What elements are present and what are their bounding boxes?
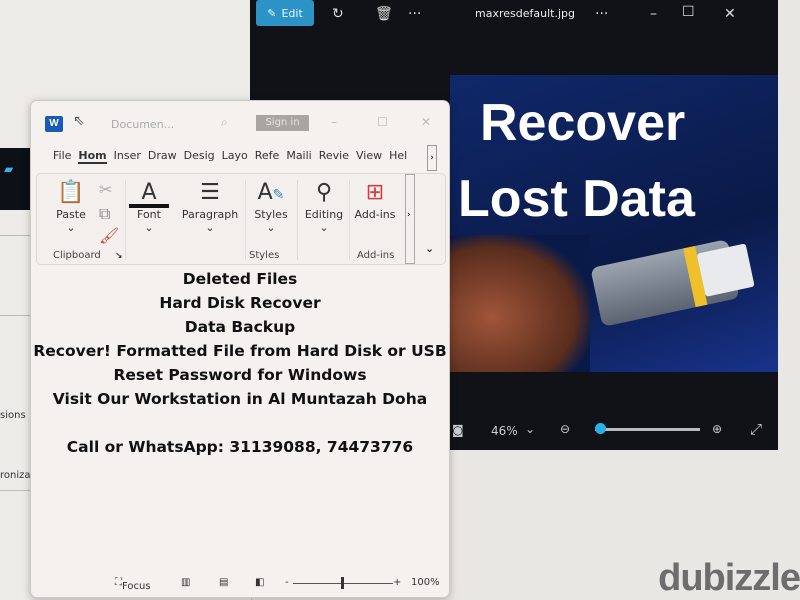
search-icon[interactable]: ⌕ — [221, 115, 228, 130]
zoom-out-button[interactable]: - — [285, 577, 289, 588]
document-line: Data Backup — [184, 318, 296, 336]
usb-drive-graphic — [590, 239, 755, 327]
tabs-scroll-right-button[interactable]: › — [427, 145, 437, 171]
search-icon: ⚲ — [315, 180, 333, 205]
close-icon[interactable]: ✕ — [724, 6, 736, 22]
ribbon-scrollbar[interactable] — [405, 174, 415, 264]
divider — [125, 180, 126, 260]
font-button[interactable]: A Font ⌄ — [129, 178, 169, 234]
tab-insert[interactable]: Inser — [114, 149, 141, 164]
tab-mailings[interactable]: Maili — [286, 149, 311, 164]
ribbon: 📋 Paste ⌄ ✂ ⧉ 🖌 Clipboard ↘ A Font ⌄ ☰ Paragr… — [36, 173, 446, 265]
editing-button[interactable]: ⚲ Editing ⌄ — [301, 178, 347, 234]
image-headline: Lost Data — [458, 170, 695, 228]
zoom-out-icon[interactable]: ⊖ — [560, 422, 570, 436]
fullscreen-icon[interactable]: ⤢ — [750, 420, 762, 438]
tab-help[interactable]: Hel — [389, 149, 407, 164]
file-name: maxresdefault.jpg — [475, 7, 575, 20]
zoom-level[interactable]: 100% — [411, 577, 440, 588]
edit-image-icon: ✎ — [267, 6, 277, 20]
zoom-in-button[interactable]: + — [393, 577, 401, 588]
styles-button[interactable]: A✎ Styles ⌄ — [251, 178, 291, 234]
displayed-image: Recover Lost Data — [450, 75, 778, 372]
close-icon[interactable]: ✕ — [421, 115, 431, 129]
divider — [349, 180, 350, 260]
image-headline: Recover — [480, 94, 686, 152]
rotate-icon[interactable]: ↻ — [332, 6, 344, 22]
document-title: Documen... — [111, 118, 175, 131]
document-body[interactable]: Deleted Files Hard Disk Recover Data Bac… — [31, 267, 449, 459]
web-layout-icon[interactable]: ◧ — [255, 577, 264, 588]
word-titlebar: W ⇖ Documen... ⌕ Sign in – ☐ ✕ — [31, 101, 449, 141]
font-color-icon: A — [129, 178, 169, 208]
more-icon[interactable]: ··· — [595, 6, 608, 22]
cursor-icon: ⇖ — [73, 113, 85, 129]
divider — [245, 180, 246, 260]
zoom-slider-handle[interactable] — [341, 577, 344, 589]
dialog-launcher-icon[interactable]: ↘ — [115, 251, 123, 261]
document-line: Recover! Formatted File from Hard Disk o… — [33, 342, 447, 360]
styles-icon: A✎ — [257, 180, 285, 205]
person-figure — [450, 235, 590, 372]
zoom-level[interactable]: 46% — [491, 424, 518, 438]
zoom-slider[interactable] — [595, 428, 700, 431]
tab-draw[interactable]: Draw — [148, 149, 177, 164]
edit-button[interactable]: ✎ Edit — [256, 0, 314, 26]
clipboard-icon: 📋 — [57, 180, 85, 205]
cut-icon[interactable]: ✂ — [99, 180, 112, 199]
photos-titlebar: ✎ Edit ↻ 🗑 ··· maxresdefault.jpg ··· – ☐ … — [250, 0, 778, 30]
copy-icon[interactable]: ⧉ — [99, 204, 110, 224]
add-ins-icon: ⊞ — [365, 180, 385, 205]
ribbon-tabs: File Hom Inser Draw Desig Layo Refe Mail… — [53, 149, 414, 164]
paragraph-icon: ☰ — [200, 180, 220, 205]
tab-design[interactable]: Desig — [184, 149, 215, 164]
maximize-icon[interactable]: ☐ — [682, 4, 695, 20]
document-line: Call or WhatsApp: 31139088, 74473776 — [66, 438, 414, 456]
minimize-icon[interactable]: – — [331, 115, 337, 129]
delete-icon[interactable]: 🗑 — [375, 6, 393, 22]
document-line: Reset Password for Windows — [113, 366, 367, 384]
tab-home[interactable]: Hom — [78, 149, 107, 164]
more-icon[interactable]: ··· — [408, 6, 421, 22]
add-ins-button[interactable]: ⊞ Add-ins — [353, 178, 397, 221]
paragraph-button[interactable]: ☰ Paragraph ⌄ — [179, 178, 241, 234]
chevron-down-icon[interactable]: ⌄ — [525, 422, 535, 436]
document-line: Visit Our Workstation in Al Muntazah Doh… — [52, 390, 428, 408]
focus-button[interactable]: ⛶ Focus — [115, 577, 151, 592]
read-mode-icon[interactable]: ▥ — [181, 577, 190, 588]
paste-button[interactable]: 📋 Paste ⌄ — [51, 178, 91, 234]
dubizzle-watermark: dubizzle — [658, 557, 800, 599]
sign-in-button[interactable]: Sign in — [256, 115, 309, 131]
tab-review[interactable]: Revie — [319, 149, 349, 164]
settings-item[interactable]: sions — [0, 410, 26, 421]
tab-references[interactable]: Refe — [255, 149, 280, 164]
tab-view[interactable]: View — [356, 149, 382, 164]
document-line: Hard Disk Recover — [159, 294, 321, 312]
group-label-styles: Styles — [249, 250, 280, 261]
maximize-icon[interactable]: ☐ — [377, 115, 388, 129]
background-thumbnail: ▰ — [0, 148, 32, 210]
word-logo-icon: W — [45, 116, 63, 132]
image-icon: ▰ — [4, 162, 14, 176]
print-layout-icon[interactable]: ▤ — [219, 577, 228, 588]
minimize-icon[interactable]: – — [650, 6, 657, 22]
tab-file[interactable]: File — [53, 149, 71, 164]
chevron-down-icon[interactable]: ⌄ — [425, 242, 434, 255]
camera-icon[interactable]: ◙ — [452, 423, 464, 437]
zoom-slider-handle[interactable] — [595, 423, 606, 434]
tab-layout[interactable]: Layo — [222, 149, 248, 164]
divider — [297, 180, 298, 260]
group-label-add-ins: Add-ins — [357, 250, 395, 261]
status-bar: ⛶ Focus ▥ ▤ ◧ - + 100% — [31, 573, 449, 593]
group-label-clipboard: Clipboard — [53, 250, 101, 261]
zoom-in-icon[interactable]: ⊕ — [712, 422, 722, 436]
format-painter-icon[interactable]: 🖌 — [99, 226, 119, 245]
word-window: W ⇖ Documen... ⌕ Sign in – ☐ ✕ File Hom … — [30, 100, 450, 598]
document-line: Deleted Files — [182, 270, 298, 288]
